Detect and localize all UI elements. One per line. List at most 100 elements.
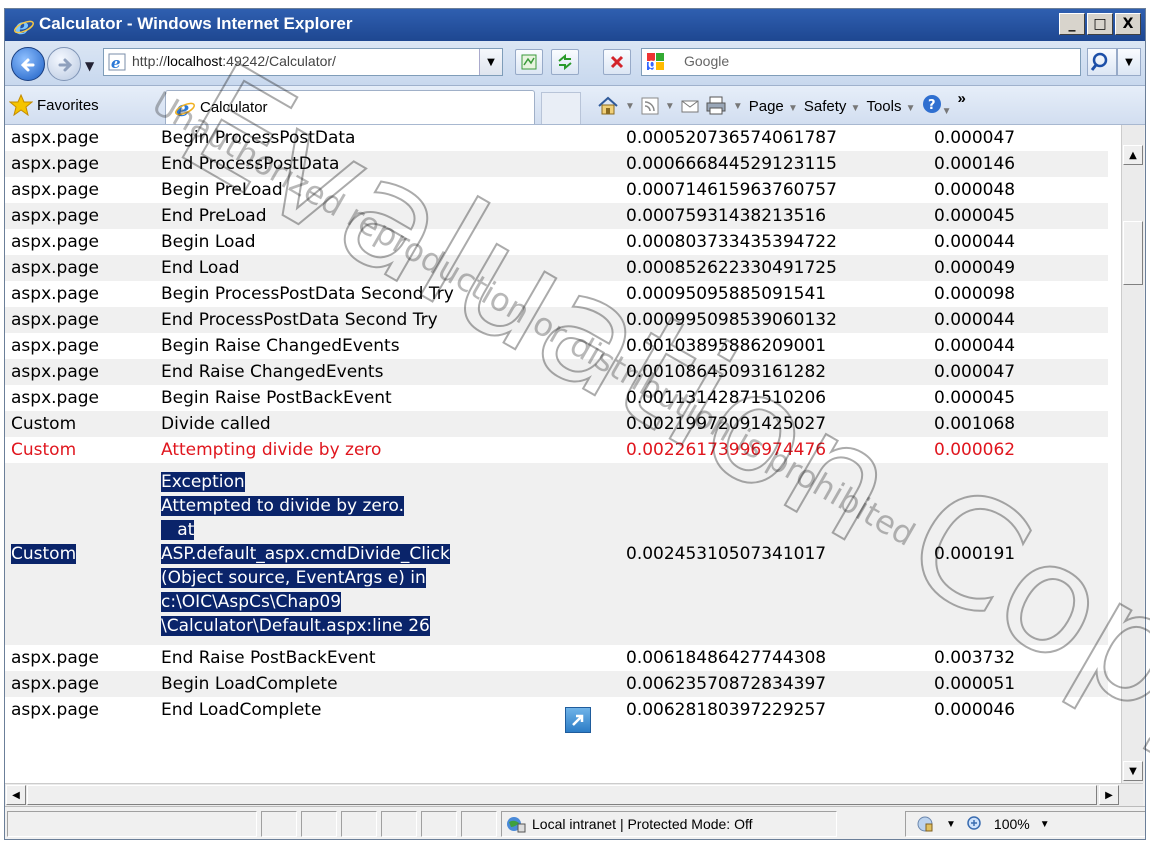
trace-cell-category: Custom <box>5 411 155 437</box>
exception-from-last: 0.000191 <box>928 463 1108 645</box>
tools-menu[interactable]: Tools ▼ <box>866 98 915 115</box>
google-logo-icon: g <box>647 53 664 71</box>
search-input[interactable]: g Google <box>641 48 1081 76</box>
print-icon[interactable] <box>705 96 727 116</box>
mail-icon[interactable] <box>681 98 699 114</box>
favorites-button[interactable]: Favorites <box>9 92 99 118</box>
trace-cell-message: End ProcessPostData <box>155 151 620 177</box>
compatibility-view-button[interactable] <box>515 49 543 75</box>
exception-line: Attempted to divide by zero. <box>161 496 404 516</box>
minimize-button[interactable]: _ <box>1059 13 1085 35</box>
trace-row: aspx.page Begin LoadComplete 0.00623570872… <box>5 671 1108 697</box>
svg-text:e: e <box>111 54 121 71</box>
title-bar[interactable]: e Calculator - Windows Internet Explorer… <box>5 9 1145 41</box>
scroll-left-button[interactable]: ◀ <box>6 785 26 805</box>
tab-label: Calculator <box>200 99 268 116</box>
feeds-icon[interactable] <box>641 97 659 115</box>
feeds-dropdown-icon[interactable]: ▼ <box>665 101 675 112</box>
trace-cell-from-last: 0.000049 <box>928 255 1108 281</box>
help-icon: ? <box>922 95 941 113</box>
refresh-button[interactable] <box>551 49 579 75</box>
protected-mode-icon[interactable] <box>916 815 936 833</box>
scroll-right-button[interactable]: ▶ <box>1099 785 1119 805</box>
protected-dropdown-icon[interactable]: ▼ <box>946 819 956 830</box>
maximize-button[interactable]: □ <box>1087 13 1113 35</box>
trace-cell-from-first: 0.00226173996974476 <box>626 440 827 460</box>
trace-row: aspx.page End ProcessPostData Second Try 0… <box>5 307 1108 333</box>
more-commands-button[interactable]: » <box>957 90 965 107</box>
address-dropdown-button[interactable]: ▼ <box>479 49 502 75</box>
home-dropdown-icon[interactable]: ▼ <box>625 101 635 112</box>
trace-cell-from-last: 0.000047 <box>934 128 1016 148</box>
horizontal-scroll-thumb[interactable] <box>27 785 1097 805</box>
help-menu[interactable]: ? ▼ <box>922 94 951 118</box>
trace-cell-from-last: 0.000045 <box>928 203 1108 229</box>
trace-cell-category: aspx.page <box>11 180 99 200</box>
search-icon <box>1090 52 1108 71</box>
zoom-level[interactable]: 100% <box>994 816 1030 832</box>
horizontal-scrollbar[interactable]: ◀ ▶ <box>5 783 1143 806</box>
page-icon: e <box>108 53 126 71</box>
back-arrow-icon <box>20 58 35 72</box>
status-text-panel <box>7 811 257 837</box>
trace-cell-from-last: 0.000044 <box>934 336 1016 356</box>
trace-cell-category: aspx.page <box>5 203 155 229</box>
trace-cell-message: End Load <box>155 255 620 281</box>
home-icon[interactable] <box>597 96 619 116</box>
trace-cell-category: aspx.page <box>11 700 99 720</box>
url-rest: :49242/Calculator/ <box>222 53 336 69</box>
trace-row: aspx.page End ProcessPostData 0.0006668445… <box>5 151 1108 177</box>
ie-logo-icon: e <box>14 15 34 37</box>
exception-row: Custom Exception Attempted to divide by z… <box>5 463 1108 645</box>
trace-row: aspx.page Begin Raise PostBackEvent 0.0011… <box>5 385 1108 411</box>
trace-cell-from-first: 0.00108645093161282 <box>620 359 928 385</box>
trace-cell-message: Begin ProcessPostData <box>161 128 356 148</box>
url-host: localhost <box>167 53 223 69</box>
svg-text:g: g <box>648 55 657 71</box>
trace-cell-from-last: 0.000062 <box>934 440 1016 460</box>
trace-cell-category: aspx.page <box>5 307 155 333</box>
safety-menu[interactable]: Safety ▼ <box>804 98 861 115</box>
vertical-scrollbar[interactable]: ▲ ▼ <box>1121 125 1144 783</box>
forward-arrow-icon <box>58 58 73 72</box>
trace-cell-from-last: 0.000045 <box>934 388 1016 408</box>
trace-cell-message: Begin PreLoad <box>161 180 283 200</box>
trace-cell-from-first: 0.000995098539060132 <box>620 307 928 333</box>
stop-button[interactable] <box>603 49 631 75</box>
status-panel <box>461 811 497 837</box>
search-button[interactable] <box>1087 48 1117 76</box>
zone-text: Local intranet | Protected Mode: Off <box>532 816 753 832</box>
refresh-icon <box>558 53 572 71</box>
search-options-dropdown[interactable]: ▼ <box>1117 48 1141 76</box>
new-tab-button[interactable] <box>541 92 581 124</box>
zoom-dropdown-icon[interactable]: ▼ <box>1040 819 1050 830</box>
trace-cell-category: aspx.page <box>5 671 155 697</box>
trace-cell-from-last: 0.000047 <box>928 359 1108 385</box>
tab-calculator[interactable]: e Calculator <box>165 90 535 124</box>
zone-panel[interactable]: Local intranet | Protected Mode: Off <box>501 811 837 837</box>
vertical-scroll-thumb[interactable] <box>1123 221 1143 285</box>
trace-cell-category: aspx.page <box>11 648 99 668</box>
zoom-panel[interactable]: ▼ 100% ▼ <box>905 811 1145 837</box>
trace-cell-from-first: 0.000714615963760757 <box>626 180 837 200</box>
trace-row: aspx.page Begin Raise ChangedEvents 0.0010… <box>5 333 1108 359</box>
scroll-up-button[interactable]: ▲ <box>1123 145 1143 165</box>
trace-cell-category: aspx.page <box>11 128 99 148</box>
window-title: Calculator - Windows Internet Explorer <box>39 14 353 33</box>
trace-row: aspx.page End PreLoad 0.00075931438213516 0… <box>5 203 1108 229</box>
print-dropdown-icon[interactable]: ▼ <box>733 101 743 112</box>
page-content: aspx.page Begin ProcessPostData 0.00052073… <box>5 125 1121 783</box>
recent-pages-dropdown-icon[interactable]: ▼ <box>85 59 94 73</box>
trace-cell-message: Attempting divide by zero <box>161 440 382 460</box>
smart-tag-icon[interactable] <box>565 707 591 733</box>
address-input[interactable]: e http://localhost:49242/Calculator/ ▼ <box>103 48 503 76</box>
star-icon <box>9 94 33 116</box>
compatibility-icon <box>521 54 537 70</box>
back-button[interactable] <box>11 47 45 81</box>
trace-cell-from-first: 0.00628180397229257 <box>626 700 827 720</box>
trace-cell-from-first: 0.00219972091425027 <box>620 411 928 437</box>
scroll-down-button[interactable]: ▼ <box>1123 761 1143 781</box>
forward-button[interactable] <box>47 47 81 81</box>
page-menu[interactable]: Page ▼ <box>749 98 798 115</box>
close-button[interactable]: X <box>1115 13 1141 35</box>
